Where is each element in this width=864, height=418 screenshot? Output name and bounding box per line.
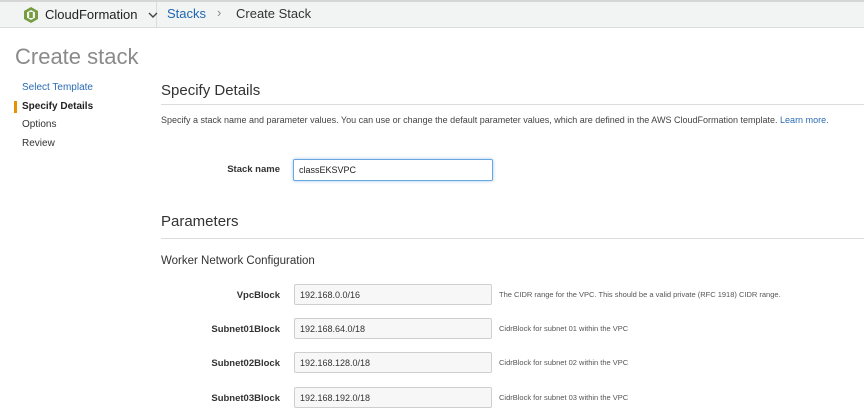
subnet01block-label: Subnet01Block	[211, 324, 280, 335]
parameters-heading: Parameters	[161, 213, 239, 230]
service-name: CloudFormation	[45, 7, 138, 22]
subnet02block-help: CidrBlock for subnet 02 within the VPC	[499, 358, 629, 367]
step-select-template[interactable]: Select Template	[16, 81, 93, 100]
subnet01block-help: CidrBlock for subnet 01 within the VPC	[499, 324, 629, 333]
subnet02block-input[interactable]	[294, 352, 492, 373]
subnet03block-help: CidrBlock for subnet 03 within the VPC	[499, 393, 629, 402]
vpcblock-label: VpcBlock	[236, 290, 280, 301]
subnet03block-label: Subnet03Block	[211, 393, 280, 404]
page-title: Create stack	[15, 44, 139, 69]
subnet03block-input[interactable]	[294, 387, 492, 408]
vpcblock-help: The CIDR range for the VPC. This should …	[499, 290, 781, 299]
details-description: Specify a stack name and parameter value…	[161, 115, 829, 125]
stack-name-label: Stack name	[227, 164, 280, 175]
section-divider	[161, 238, 864, 239]
stack-name-input[interactable]	[293, 159, 493, 181]
section-divider	[161, 104, 864, 105]
wizard-steps: Select Template Specify Details Options …	[13, 81, 93, 156]
step-review[interactable]: Review	[16, 137, 93, 156]
top-navigation-bar: CloudFormation Stacks › Create Stack	[0, 0, 864, 28]
step-options[interactable]: Options	[16, 118, 93, 137]
breadcrumb-stacks-link[interactable]: Stacks	[167, 6, 206, 21]
breadcrumb-current: Create Stack	[236, 6, 312, 21]
vpcblock-input[interactable]	[294, 284, 492, 305]
step-specify-details[interactable]: Specify Details	[13, 100, 93, 119]
specify-details-heading: Specify Details	[161, 82, 261, 99]
learn-more-link[interactable]: Learn more.	[780, 115, 829, 125]
description-text: Specify a stack name and parameter value…	[161, 115, 778, 125]
chevron-down-icon	[148, 10, 158, 20]
cloudformation-icon	[24, 6, 38, 23]
subnet02block-label: Subnet02Block	[211, 358, 280, 369]
breadcrumb-separator: ›	[217, 5, 222, 20]
service-selector[interactable]: CloudFormation	[0, 2, 157, 27]
subnet01block-input[interactable]	[294, 318, 492, 339]
worker-network-configuration-heading: Worker Network Configuration	[161, 255, 315, 267]
